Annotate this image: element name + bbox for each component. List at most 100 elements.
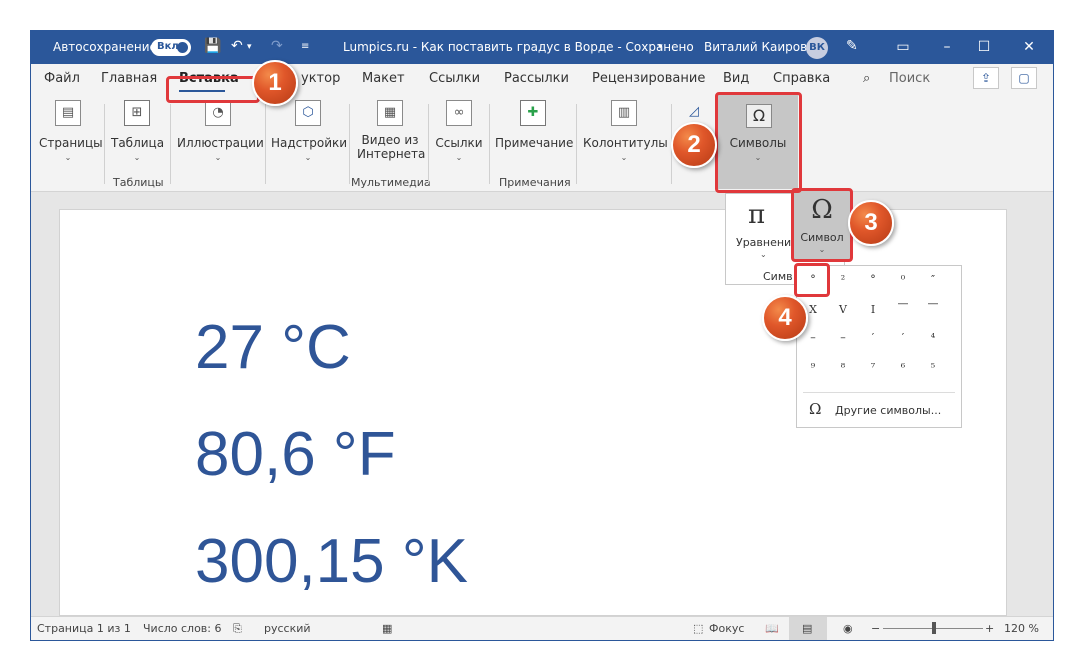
step-badge: 2 bbox=[671, 122, 717, 168]
link-icon: ∞ bbox=[446, 100, 472, 126]
zoom-in-icon[interactable]: + bbox=[985, 622, 994, 635]
pages-button[interactable]: ▤ Страницы ⌄ bbox=[39, 100, 103, 162]
divider bbox=[265, 104, 266, 184]
symbol-cell[interactable]: ⁶ bbox=[893, 358, 913, 378]
symbol-cell[interactable]: ″ bbox=[923, 270, 943, 290]
chevron-down-icon: ⌄ bbox=[620, 153, 628, 162]
chevron-down-icon: ⌄ bbox=[455, 153, 463, 162]
symbol-cell[interactable]: ′ bbox=[893, 328, 913, 348]
symbol-cell[interactable]: ⁴ bbox=[923, 328, 943, 348]
symbol-cell[interactable]: – bbox=[803, 328, 823, 348]
zoom-slider-handle[interactable] bbox=[932, 622, 936, 634]
symbol-cell[interactable]: ⁰ bbox=[893, 270, 913, 290]
online-video-button[interactable]: ▦ Видео из Интернета bbox=[357, 100, 425, 161]
divider bbox=[104, 104, 105, 184]
symbol-cell[interactable]: ² bbox=[833, 270, 853, 290]
more-symbols-link[interactable]: Другие символы... bbox=[835, 404, 941, 417]
divider bbox=[803, 392, 955, 393]
tab-file[interactable]: Файл bbox=[44, 71, 80, 86]
video-label-1: Видео из bbox=[361, 133, 419, 147]
media-group-label: Мультимедиа bbox=[351, 176, 431, 189]
tab-references[interactable]: Ссылки bbox=[429, 71, 480, 86]
fahrenheit-line: 80,6 °F bbox=[195, 420, 396, 489]
undo-icon[interactable]: ↶ bbox=[231, 38, 243, 54]
tab-view[interactable]: Вид bbox=[723, 71, 749, 86]
symbol-cell[interactable]: ′ bbox=[863, 328, 883, 348]
web-layout-icon[interactable]: ◉ bbox=[843, 622, 853, 635]
save-icon[interactable]: 💾 bbox=[204, 38, 221, 54]
zoom-level[interactable]: 120 % bbox=[1004, 622, 1039, 635]
tab-layout[interactable]: Макет bbox=[362, 71, 405, 86]
header-footer-icon: ▥ bbox=[611, 100, 637, 126]
chevron-down-icon: ⌄ bbox=[133, 153, 141, 162]
step-badge: 4 bbox=[762, 295, 808, 341]
zoom-out-icon[interactable]: − bbox=[871, 622, 880, 635]
tab-mailings[interactable]: Рассылки bbox=[504, 71, 569, 86]
undo-dropdown-icon[interactable]: ▾ bbox=[247, 42, 252, 52]
tab-home[interactable]: Главная bbox=[101, 71, 157, 86]
share-button[interactable]: ⇪ bbox=[973, 67, 999, 89]
print-layout-icon[interactable]: ▤ bbox=[802, 622, 812, 635]
redo-icon[interactable]: ↷ bbox=[271, 38, 283, 54]
autosave-toggle[interactable]: Вкл. bbox=[151, 39, 191, 56]
comment-label: Примечание bbox=[495, 136, 574, 150]
divider bbox=[349, 104, 350, 184]
table-button[interactable]: ⊞ Таблица ⌄ bbox=[111, 100, 165, 162]
divider bbox=[489, 104, 490, 184]
illustrations-button[interactable]: ◔ Иллюстрации ⌄ bbox=[177, 100, 264, 162]
avatar[interactable]: ВК bbox=[806, 37, 828, 59]
highlight-symbols-button bbox=[715, 92, 802, 193]
focus-icon[interactable]: ⬚ bbox=[693, 622, 703, 635]
divider bbox=[428, 104, 429, 184]
word-count[interactable]: Число слов: 6 bbox=[143, 622, 222, 635]
user-name[interactable]: Виталий Каиров bbox=[704, 40, 807, 54]
ribbon-insert: ▤ Страницы ⌄ ⊞ Таблица ⌄ Таблицы ◔ Иллюс… bbox=[31, 94, 1053, 253]
symbol-cell[interactable]: Ⅰ bbox=[863, 300, 883, 320]
addins-button[interactable]: ⬡ Надстройки ⌄ bbox=[271, 100, 347, 162]
tab-help[interactable]: Справка bbox=[773, 71, 830, 86]
symbol-cell[interactable]: ⁵ bbox=[923, 358, 943, 378]
accessibility-icon[interactable]: ▦ bbox=[382, 622, 392, 635]
symbol-cell[interactable]: — bbox=[893, 294, 913, 314]
title-dropdown-icon[interactable]: ▾ bbox=[658, 42, 663, 52]
symbol-cell[interactable]: ⁹ bbox=[803, 358, 823, 378]
proofing-icon[interactable]: ⎘ bbox=[233, 622, 242, 636]
header-footer-label: Колонтитулы bbox=[583, 136, 668, 150]
language-label[interactable]: русский bbox=[264, 622, 311, 635]
step-badge: 1 bbox=[252, 60, 298, 106]
equation-label[interactable]: Уравнени bbox=[736, 236, 791, 249]
read-mode-icon[interactable]: 📖 bbox=[765, 622, 779, 635]
symbol-cell[interactable]: ° bbox=[863, 270, 883, 290]
toggle-knob bbox=[177, 42, 188, 53]
close-icon[interactable]: ✕ bbox=[1019, 37, 1039, 57]
customize-qat-icon[interactable]: ≡ bbox=[301, 41, 309, 52]
header-footer-button[interactable]: ▥ Колонтитулы ⌄ bbox=[583, 100, 668, 162]
minimize-icon[interactable]: – bbox=[937, 37, 957, 57]
symbol-cell[interactable]: ⁸ bbox=[833, 358, 853, 378]
comment-button[interactable]: ✚ Примечание bbox=[495, 100, 574, 151]
status-bar: Страница 1 из 1 Число слов: 6 ⎘ русский … bbox=[31, 616, 1053, 640]
word-window: Автосохранение Вкл. 💾 ↶ ▾ ↷ ≡ Lumpics.ru… bbox=[31, 31, 1053, 640]
symbol-cell[interactable]: ⁷ bbox=[863, 358, 883, 378]
comments-button[interactable]: ▢ bbox=[1011, 67, 1037, 89]
tab-review[interactable]: Рецензирование bbox=[592, 71, 705, 86]
maximize-icon[interactable]: ☐ bbox=[974, 37, 994, 57]
divider bbox=[576, 104, 577, 184]
search-label[interactable]: Поиск bbox=[889, 71, 930, 86]
chevron-down-icon: ⌄ bbox=[760, 250, 767, 259]
designer-icon[interactable]: ✎ bbox=[846, 38, 858, 54]
links-button[interactable]: ∞ Ссылки ⌄ bbox=[434, 100, 484, 162]
symbol-cell[interactable]: Ⅴ bbox=[833, 300, 853, 320]
addins-icon: ⬡ bbox=[295, 100, 321, 126]
table-label: Таблица bbox=[111, 136, 165, 150]
focus-label[interactable]: Фокус bbox=[709, 622, 744, 635]
search-icon[interactable]: ⌕ bbox=[863, 71, 870, 86]
links-label: Ссылки bbox=[435, 136, 483, 150]
page-count[interactable]: Страница 1 из 1 bbox=[37, 622, 131, 635]
tab-design[interactable]: уктор bbox=[301, 71, 340, 86]
ribbon-display-icon[interactable]: ▭ bbox=[893, 37, 913, 57]
symbol-cell[interactable]: — bbox=[923, 294, 943, 314]
symbol-cell[interactable]: – bbox=[833, 328, 853, 348]
highlight-degree-symbol bbox=[794, 263, 830, 297]
page-icon: ▤ bbox=[55, 100, 81, 126]
